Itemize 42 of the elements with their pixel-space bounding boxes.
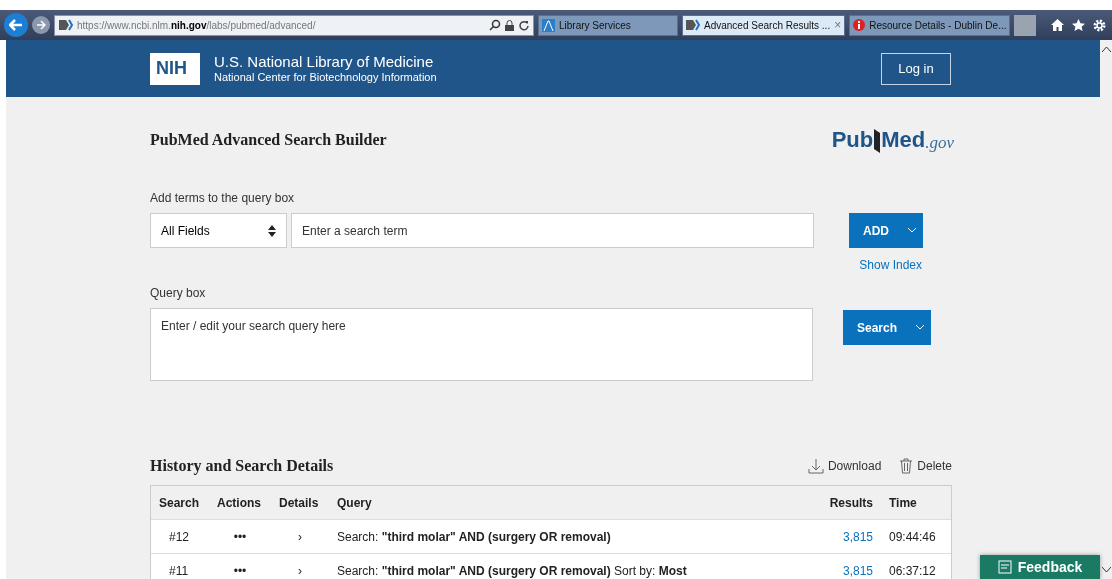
results-link[interactable]: 3,815 [801,529,881,544]
search-term-field[interactable]: Enter a search term [291,213,814,248]
query-text: Search: "third molar" AND (surgery OR removal) Sort by: Most [336,563,688,578]
browser-tab[interactable]: Resource Details - Dublin De... [849,14,1011,36]
browser-tab[interactable]: Advanced Search Results ... × [682,14,846,36]
query-box-label: Query box [150,286,207,300]
url-text: https://www.ncbi.nlm.nih.gov/labs/pubmed/advanced/ [77,19,317,31]
feedback-button[interactable]: Feedback [980,555,1100,579]
search-number: #11 [168,563,190,578]
nih-logo[interactable]: NIH [150,52,200,85]
close-icon[interactable]: × [834,18,842,32]
browser-tab[interactable]: Library Services [538,14,678,36]
column-header: Query [336,495,373,510]
add-terms-label: Add terms to the query box [150,191,296,205]
add-button[interactable]: ADD [849,213,923,248]
site-title: U.S. National Library of Medicine [214,53,435,71]
login-button[interactable]: Log in [881,52,951,85]
page-title: PubMed Advanced Search Builder [150,131,387,149]
column-header: Results [828,495,874,510]
download-button[interactable]: Download [807,458,882,474]
column-header: Details [278,495,320,510]
search-number: #12 [168,529,191,544]
actions-menu[interactable]: ••• [209,563,271,578]
time-text: 06:37:12 [888,563,937,578]
results-link[interactable]: 3,815 [801,563,881,578]
search-button[interactable]: Search [843,310,932,345]
history-title: History and Search Details [150,457,334,475]
address-bar[interactable]: https://www.ncbi.nlm.nih.gov/labs/pubmed/advanced/ [54,14,534,36]
site-subtitle: National Center for Biotechnology Information [214,71,437,84]
details-toggle[interactable]: › [271,529,329,544]
column-header: Time [888,495,918,510]
delete-button[interactable]: Delete [899,458,952,474]
time-text: 09:44:46 [888,529,937,544]
show-index-link[interactable]: Show Index [859,258,922,272]
column-header: Search [158,495,201,510]
pubmed-logo[interactable]: Pub Med.gov [831,127,954,153]
details-toggle[interactable]: › [271,563,329,578]
query-box-field[interactable]: Enter / edit your search query here [150,308,813,381]
actions-menu[interactable]: ••• [209,529,271,544]
query-text: Search: "third molar" AND (surgery OR removal) [336,529,612,544]
column-header: Actions [216,495,262,510]
field-select[interactable]: All Fields [150,213,287,248]
